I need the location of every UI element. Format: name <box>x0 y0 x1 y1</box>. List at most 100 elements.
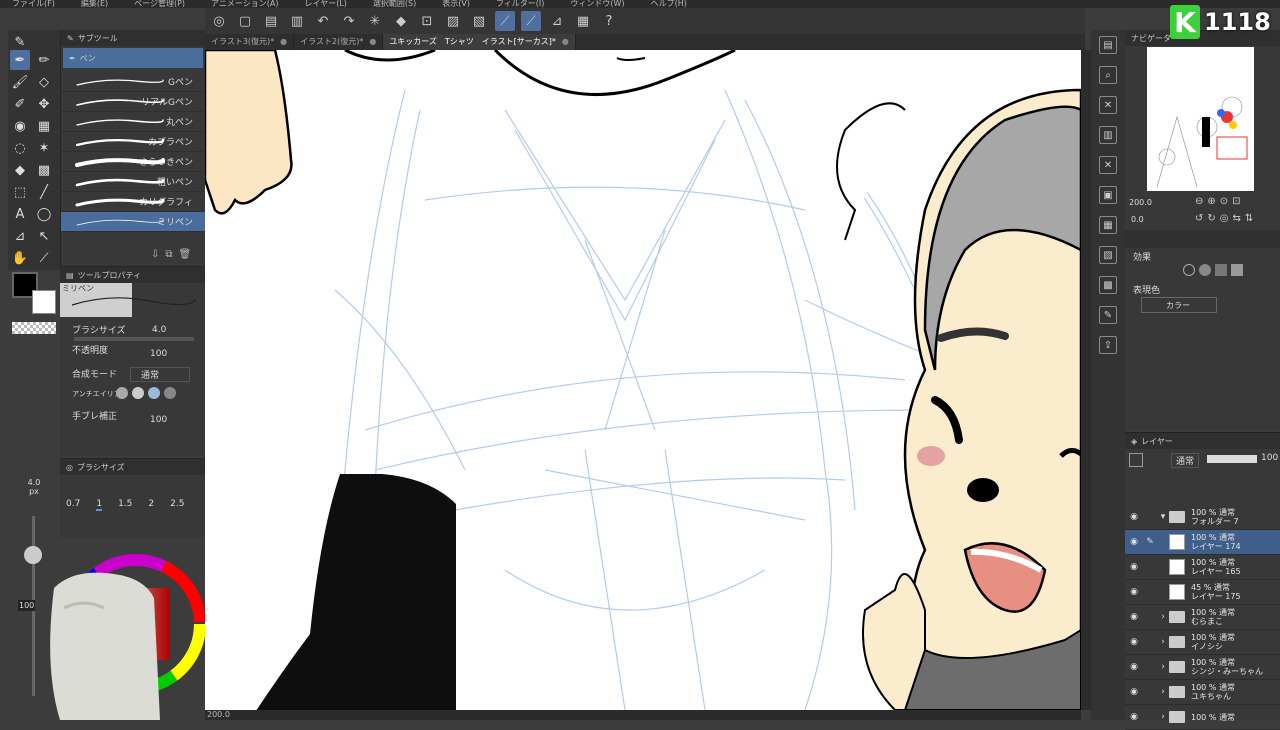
flip-h-icon[interactable]: ⇆ <box>1233 213 1241 224</box>
eye-icon[interactable]: ◉ <box>1125 512 1143 522</box>
tab-current[interactable]: ユキッカーズ Tシャツ イラスト[サーカス]* ● <box>383 34 576 50</box>
layer-color-swatch[interactable] <box>1129 453 1143 467</box>
layer-row[interactable]: ◉ ✎ 100 % 通常 レイヤー 174 <box>1125 530 1280 555</box>
antialias-weak[interactable] <box>132 387 144 399</box>
fill-icon[interactable]: ◆ <box>391 11 411 31</box>
rotate-left-icon[interactable]: ↺ <box>1195 213 1203 224</box>
rotate-right-icon[interactable]: ↻ <box>1207 213 1215 224</box>
layer-opacity-slider[interactable] <box>1207 455 1257 463</box>
ruler-tool-icon[interactable]: ⊿ <box>10 226 30 246</box>
decoration-tool-icon[interactable]: ✐ <box>10 94 30 114</box>
ruler-snap-icon[interactable]: ⟋ <box>495 11 515 31</box>
snap-icon[interactable]: ▧ <box>469 11 489 31</box>
redo-icon[interactable]: ↷ <box>339 11 359 31</box>
operation-tool-icon[interactable]: ↖ <box>34 226 54 246</box>
eye-icon[interactable]: ◉ <box>1125 587 1143 597</box>
opacity-value[interactable]: 100 <box>150 349 167 359</box>
brush-item[interactable]: Gペン <box>61 72 205 92</box>
layer-row[interactable]: ◉ › 100 % 通常 むらまこ <box>1125 605 1280 630</box>
canvas-scrollbar[interactable] <box>1081 50 1091 710</box>
brush-item[interactable]: 丸ペン <box>61 112 205 132</box>
menu-edit[interactable]: 編集(E) <box>81 0 108 8</box>
eye-icon[interactable]: ◉ <box>1125 712 1143 722</box>
express-color-select[interactable]: カラー <box>1141 297 1217 313</box>
layer-row[interactable]: ◉ ▾ 100 % 通常 フォルダー 7 <box>1125 505 1280 530</box>
layer-icon[interactable]: ▦ <box>1099 216 1117 234</box>
clear-icon[interactable]: ▨ <box>443 11 463 31</box>
brush-item[interactable]: さらつきペン <box>61 152 205 172</box>
brush-tool-icon[interactable]: 🖌 <box>10 72 30 92</box>
layer-row[interactable]: ◉ › 100 % 通常 シンジ・みーちゃん <box>1125 655 1280 680</box>
undo-icon[interactable]: ↶ <box>313 11 333 31</box>
fill-tool-icon[interactable]: ◆ <box>10 160 30 180</box>
menu-file[interactable]: ファイル(F) <box>12 0 55 8</box>
brush-item[interactable]: カリグラフィ <box>61 192 205 212</box>
zoom-in-icon[interactable]: ⊕ <box>1207 196 1215 207</box>
brush-size-value[interactable]: 4.0 <box>152 325 166 335</box>
page-icon[interactable]: ▥ <box>1099 126 1117 144</box>
select-object-icon[interactable]: ⬚ <box>10 182 30 202</box>
menu-filter[interactable]: フィルター(I) <box>496 0 544 8</box>
layer-row[interactable]: ◉ › 100 % 通常 イノシシ <box>1125 630 1280 655</box>
blend-tool-icon[interactable]: ◉ <box>10 116 30 136</box>
chevron-icon[interactable]: › <box>1157 637 1169 647</box>
brush-item[interactable]: 粗いペン <box>61 172 205 192</box>
tab-illust2[interactable]: イラスト2(復元)* ● <box>294 34 384 50</box>
lasso-tool-icon[interactable]: ◌ <box>10 138 30 158</box>
text-tool-icon[interactable]: A <box>10 204 30 224</box>
line-tool-icon[interactable]: ╱ <box>34 182 54 202</box>
layer-opacity-value[interactable]: 100 <box>1261 453 1278 463</box>
pen-icon[interactable]: ✎ <box>1143 537 1157 547</box>
close-icon[interactable]: ● <box>280 34 287 50</box>
border-effect-icon[interactable] <box>1183 264 1195 276</box>
help-icon[interactable]: ? <box>599 11 619 31</box>
history-icon[interactable]: ▧ <box>1099 246 1117 264</box>
menu-selection[interactable]: 選択範囲(S) <box>373 0 416 8</box>
panel-icon[interactable]: ▦ <box>573 11 593 31</box>
chevron-icon[interactable]: › <box>1157 612 1169 622</box>
cross-icon[interactable]: ✕ <box>1099 96 1117 114</box>
layer-row[interactable]: ◉ 45 % 通常 レイヤー 175 <box>1125 580 1280 605</box>
chevron-icon[interactable]: ▾ <box>1157 512 1169 522</box>
antialias-medium[interactable] <box>148 387 160 399</box>
tone-effect-icon[interactable] <box>1215 264 1227 276</box>
transform-icon[interactable]: ⊡ <box>417 11 437 31</box>
layer-color-icon[interactable] <box>1231 264 1243 276</box>
stabilize-value[interactable]: 100 <box>150 415 167 425</box>
open-icon[interactable]: ▤ <box>261 11 281 31</box>
stack-icon[interactable]: ▩ <box>1099 276 1117 294</box>
image-icon[interactable]: ▣ <box>1099 186 1117 204</box>
chevron-icon[interactable]: › <box>1157 662 1169 672</box>
layer-blend-select[interactable]: 通常 <box>1171 453 1200 468</box>
chevron-icon[interactable]: › <box>1157 687 1169 697</box>
layer-row[interactable]: ◉ 100 % 通常 レイヤー 165 <box>1125 555 1280 580</box>
subtool-group-tab[interactable]: ✒ ペン <box>63 48 203 68</box>
eye-icon[interactable]: ◉ <box>1125 687 1143 697</box>
menu-window[interactable]: ウィンドウ(W) <box>570 0 624 8</box>
balloon-tool-icon[interactable]: ◯ <box>34 204 54 224</box>
pencil-tool-icon[interactable]: ✏ <box>34 50 54 70</box>
actual-size-icon[interactable]: ⊡ <box>1232 196 1240 207</box>
brush-item[interactable]: カブラペン <box>61 132 205 152</box>
copy-icon[interactable]: ⧉ <box>165 249 172 260</box>
search-icon[interactable]: ⌕ <box>1099 66 1117 84</box>
eyedropper-tool-icon[interactable]: ⟋ <box>34 248 54 268</box>
fit-icon[interactable]: ⊙ <box>1220 196 1228 207</box>
material-icon[interactable]: ▤ <box>1099 36 1117 54</box>
menu-layer[interactable]: レイヤー(L) <box>304 0 346 8</box>
flip-v-icon[interactable]: ⇅ <box>1245 213 1253 224</box>
menu-page[interactable]: ページ管理(P) <box>134 0 185 8</box>
navigator-zoom[interactable]: 200.0 <box>1129 198 1152 207</box>
export-icon[interactable]: ⇪ <box>1099 336 1117 354</box>
chevron-icon[interactable]: › <box>1157 712 1169 722</box>
grid-snap-icon[interactable]: ⊿ <box>547 11 567 31</box>
sub-color-swatch[interactable] <box>32 290 56 314</box>
close-icon[interactable]: ● <box>562 34 569 50</box>
close-icon[interactable]: ● <box>369 34 376 50</box>
reset-icon[interactable]: ◎ <box>1220 213 1229 224</box>
eye-icon[interactable]: ◉ <box>1125 662 1143 672</box>
new-file-icon[interactable]: ▢ <box>235 11 255 31</box>
brush-item[interactable]: ミリペン <box>61 212 205 232</box>
save-icon[interactable]: ▥ <box>287 11 307 31</box>
tool-tab-icon[interactable]: ✎ <box>10 32 30 52</box>
